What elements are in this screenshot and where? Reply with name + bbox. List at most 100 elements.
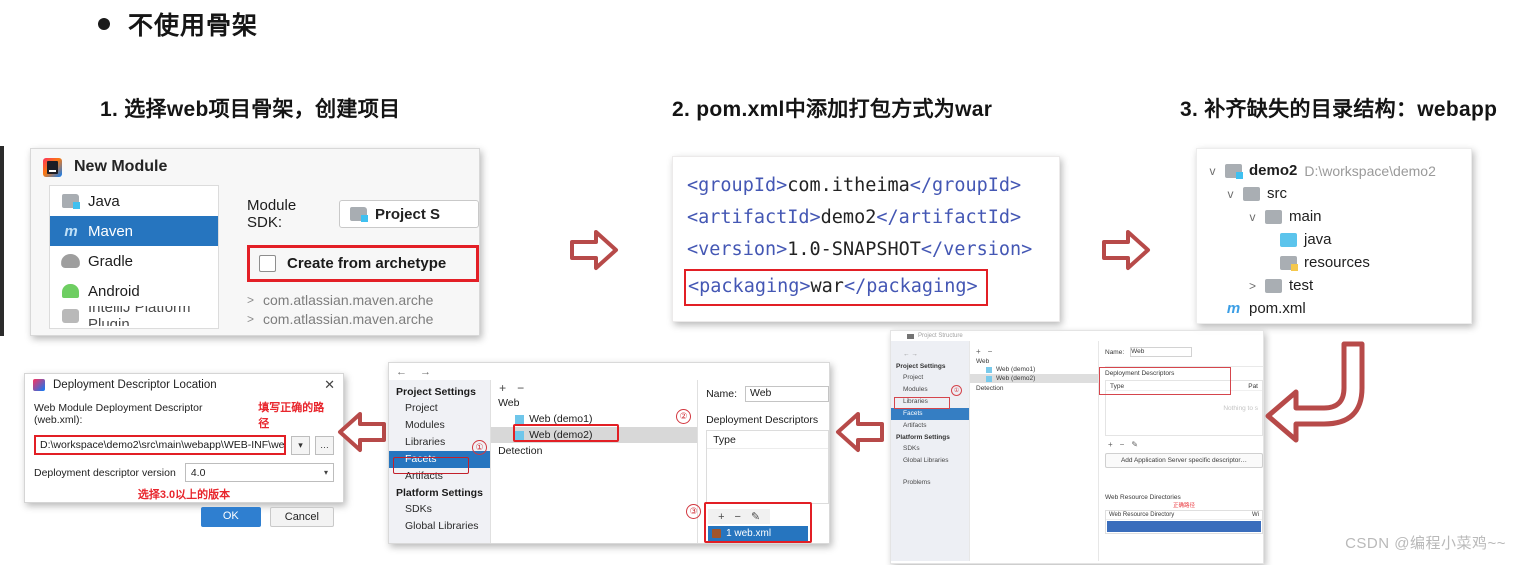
bent-left-arrow-icon bbox=[1265, 341, 1365, 443]
create-from-archetype-label: Create from archetype bbox=[287, 255, 447, 272]
close-icon[interactable]: ✕ bbox=[324, 377, 335, 393]
small-sidebar-item-artifacts[interactable]: Artifacts bbox=[891, 420, 969, 432]
module-type-java[interactable]: Java bbox=[50, 186, 218, 216]
code-tag-open: <packaging> bbox=[688, 276, 811, 297]
module-type-label: Maven bbox=[88, 222, 134, 240]
folder-module-icon bbox=[1225, 163, 1243, 179]
annotation-ring-web-resource bbox=[1099, 367, 1231, 395]
descriptor-label-row: Web Module Deployment Descriptor (web.xm… bbox=[34, 399, 334, 431]
descriptor-version-select[interactable]: 4.0 ▾ bbox=[184, 463, 334, 482]
intellij-logo-icon bbox=[33, 379, 45, 391]
tree-label: src bbox=[1267, 185, 1287, 202]
tree-row-pomxml[interactable]: m pom.xml bbox=[1203, 297, 1471, 320]
bullet-heading: 不使用骨架 bbox=[98, 6, 258, 42]
small-sidebar-item-sdks[interactable]: SDKs bbox=[891, 443, 969, 455]
deployment-descriptors-header: Deployment Descriptors bbox=[706, 414, 819, 426]
left-arrow-1-icon bbox=[338, 412, 386, 452]
tree-row-resources[interactable]: resources bbox=[1203, 251, 1471, 274]
descriptors-type-column: Type bbox=[707, 431, 828, 449]
sidebar-item-project[interactable]: Project bbox=[389, 400, 490, 417]
module-type-list[interactable]: Java m Maven Gradle Android IntelliJ Pla… bbox=[49, 185, 219, 329]
module-type-gradle[interactable]: Gradle bbox=[50, 246, 218, 276]
sidebar-item-global-libraries[interactable]: Global Libraries bbox=[389, 518, 490, 535]
chevron-down-icon[interactable]: v bbox=[1207, 164, 1218, 178]
small-facet-web-demo2[interactable]: Web (demo2) bbox=[970, 374, 1098, 383]
tree-row-main[interactable]: v main bbox=[1203, 205, 1471, 228]
archetype-row[interactable]: > com.atlassian.maven.arche bbox=[247, 291, 479, 310]
descriptor-path-browse-button[interactable]: … bbox=[315, 435, 334, 455]
tree-row-src[interactable]: v src bbox=[1203, 182, 1471, 205]
deployment-dialog-title: Deployment Descriptor Location bbox=[53, 379, 217, 391]
folder-icon bbox=[1265, 209, 1282, 224]
chevron-right-icon[interactable]: > bbox=[1247, 279, 1258, 293]
small-add-descriptor-button[interactable]: + bbox=[1108, 440, 1113, 449]
code-tag-close: </artifactId> bbox=[876, 207, 1022, 228]
facet-name-input[interactable]: Web bbox=[745, 386, 829, 402]
module-sdk-select[interactable]: Project S bbox=[339, 200, 479, 228]
module-type-android[interactable]: Android bbox=[50, 276, 218, 306]
descriptor-path-dropdown[interactable]: ▾ bbox=[291, 435, 310, 455]
create-from-archetype-checkbox[interactable] bbox=[259, 255, 276, 272]
descriptor-label: Web Module Deployment Descriptor (web.xm… bbox=[34, 402, 203, 426]
small-sidebar-item-global-libraries[interactable]: Global Libraries bbox=[891, 455, 969, 467]
sidebar-item-modules[interactable]: Modules bbox=[389, 417, 490, 434]
module-type-maven[interactable]: m Maven bbox=[50, 216, 218, 246]
cancel-button[interactable]: Cancel bbox=[269, 507, 334, 527]
nav-back-button[interactable]: ← bbox=[396, 366, 407, 378]
new-module-right-pane: Module SDK: Project S Create from archet… bbox=[219, 185, 479, 329]
web-facet-icon bbox=[515, 414, 525, 424]
project-tree[interactable]: v demo2 D:\workspace\demo2 v src v main … bbox=[1197, 149, 1471, 320]
small-name-input[interactable]: Web bbox=[1130, 347, 1193, 357]
web-resource-directory-column: Web Resource Directory bbox=[1109, 512, 1175, 518]
add-app-server-descriptor-button[interactable]: Add Application Server specific descript… bbox=[1105, 453, 1263, 468]
small-remove-button[interactable]: − bbox=[988, 347, 993, 356]
small-path-column: Pat bbox=[1248, 383, 1258, 390]
tree-row-demo2[interactable]: v demo2 D:\workspace\demo2 bbox=[1203, 159, 1471, 182]
sidebar-item-sdks[interactable]: SDKs bbox=[389, 501, 490, 518]
web-resource-selected-row[interactable] bbox=[1107, 521, 1261, 532]
small-facet-detection: Detection bbox=[976, 385, 1004, 392]
tree-label: resources bbox=[1304, 254, 1370, 271]
web-resource-columns: Web Resource Directory Wi bbox=[1106, 511, 1262, 520]
tree-row-test[interactable]: > test bbox=[1203, 274, 1471, 297]
small-sidebar-item-facets[interactable]: Facets bbox=[891, 408, 969, 420]
sidebar-header-project-settings: Project Settings bbox=[396, 386, 476, 398]
gradle-icon bbox=[61, 254, 80, 268]
code-value: demo2 bbox=[820, 207, 877, 228]
small-facet-web-demo1[interactable]: Web (demo1) bbox=[970, 365, 1098, 374]
module-type-intellij-plugin[interactable]: IntelliJ Platform Plugin bbox=[50, 306, 218, 326]
small-facet-detail-pane: Name: Web Deployment Descriptors Type Pa… bbox=[1099, 341, 1263, 561]
chevron-down-icon[interactable]: v bbox=[1247, 210, 1258, 224]
descriptor-version-value: 4.0 bbox=[190, 466, 206, 479]
small-remove-descriptor-button[interactable]: − bbox=[1120, 440, 1125, 449]
plugin-icon bbox=[62, 309, 79, 323]
tree-label: main bbox=[1289, 208, 1322, 225]
small-descriptor-toolbar: + − ✎ bbox=[1105, 440, 1263, 449]
archetype-row[interactable]: > com.atlassian.maven.arche bbox=[247, 310, 479, 329]
module-type-label: Android bbox=[88, 282, 140, 300]
ok-button[interactable]: OK bbox=[200, 507, 261, 527]
small-facets-pane: + − Web Web (demo1) Web (demo2) Detectio… bbox=[969, 341, 1099, 561]
annotation-marker-3: ③ bbox=[686, 504, 702, 519]
descriptor-path-input[interactable]: D:\workspace\demo2\src\main\webapp\WEB-I… bbox=[34, 435, 286, 455]
nav-forward-button[interactable]: → bbox=[420, 366, 431, 378]
maven-icon: m bbox=[1226, 300, 1241, 317]
small-edit-descriptor-button[interactable]: ✎ bbox=[1131, 440, 1138, 449]
remove-facet-button[interactable]: − bbox=[517, 381, 524, 395]
tree-row-java[interactable]: java bbox=[1203, 228, 1471, 251]
archetype-list[interactable]: > com.atlassian.maven.arche > com.atlass… bbox=[247, 291, 479, 329]
web-resource-directories-section: Web Resource Directories 正确路径 Web Resour… bbox=[1099, 367, 1263, 534]
code-tag-open: <groupId> bbox=[687, 175, 788, 196]
add-facet-button[interactable]: + bbox=[499, 381, 506, 395]
annotation-ring-facets bbox=[393, 457, 469, 474]
small-sidebar-item-problems[interactable]: Problems bbox=[891, 477, 969, 489]
small-nav-arrows[interactable]: ← → bbox=[891, 349, 969, 361]
folder-resources-icon bbox=[1280, 255, 1298, 271]
small-facet-group-web: Web bbox=[976, 358, 990, 365]
deployment-descriptor-dialog: Deployment Descriptor Location ✕ Web Mod… bbox=[24, 373, 344, 527]
slide-canvas: 不使用骨架 1. 选择web项目骨架，创建项目 2. pom.xml中添加打包方… bbox=[0, 0, 1520, 565]
small-add-button[interactable]: + bbox=[976, 347, 981, 356]
chevron-down-icon[interactable]: v bbox=[1225, 187, 1236, 201]
code-tag-close: </packaging> bbox=[843, 276, 978, 297]
small-sidebar-item-project[interactable]: Project bbox=[891, 372, 969, 384]
